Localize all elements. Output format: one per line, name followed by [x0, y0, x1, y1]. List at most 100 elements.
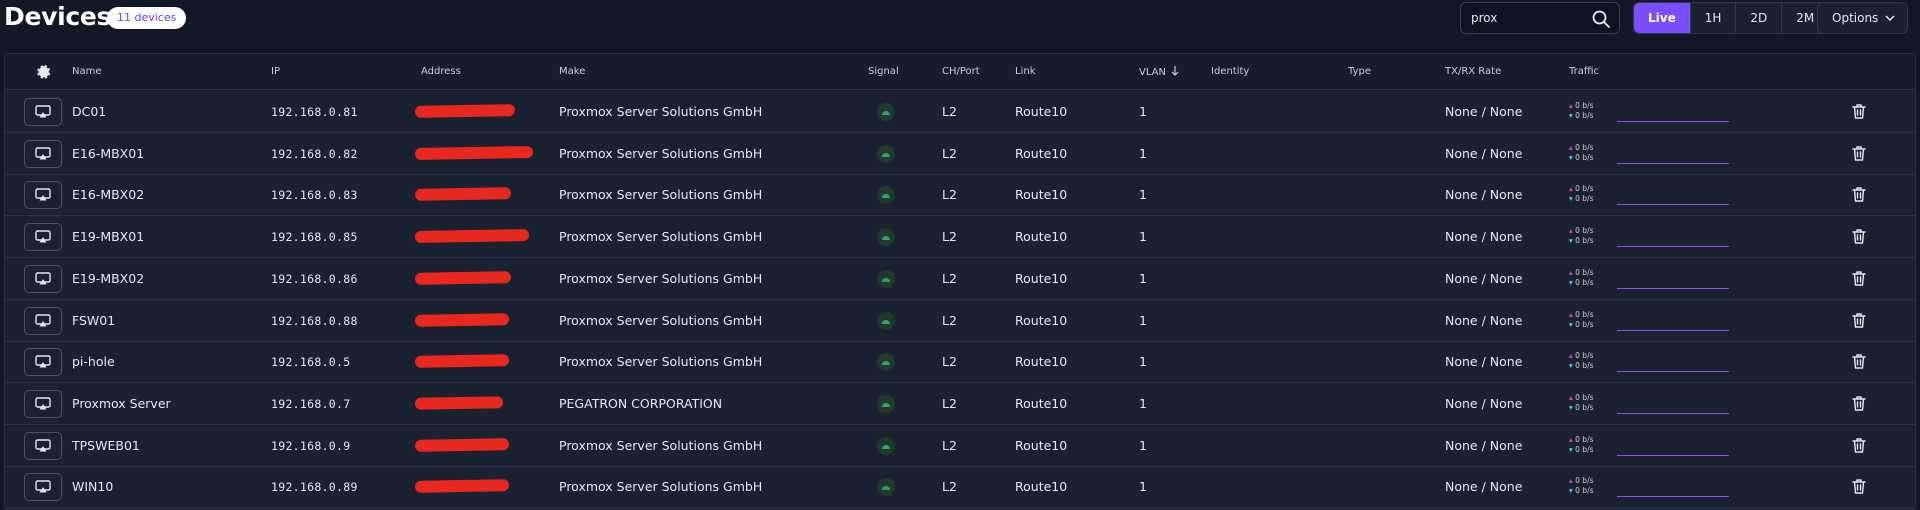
trash-icon[interactable]: [1851, 312, 1867, 329]
device-link: Route10: [1015, 479, 1068, 495]
column-address[interactable]: Address: [421, 66, 461, 77]
monitor-icon: [35, 105, 51, 118]
table-row[interactable]: E16-MBX01 192.168.0.82 Proxmox Server Solu…: [5, 133, 1915, 175]
column-name[interactable]: Name: [72, 66, 102, 77]
tx-arrow-icon: ▴: [1569, 267, 1573, 277]
search-value[interactable]: prox: [1471, 11, 1497, 25]
device-icon-button[interactable]: [24, 98, 62, 126]
trash-icon[interactable]: [1851, 353, 1867, 370]
search-input[interactable]: prox: [1460, 2, 1620, 34]
device-link: Route10: [1015, 104, 1068, 119]
device-ip: 192.168.0.89: [271, 480, 358, 495]
trash-icon[interactable]: [1851, 437, 1867, 454]
device-name[interactable]: DC01: [72, 104, 106, 119]
column-type[interactable]: Type: [1348, 66, 1371, 77]
traffic-rx: 0 b/s: [1575, 319, 1594, 329]
trash-icon[interactable]: [1851, 186, 1867, 203]
column-link[interactable]: Link: [1015, 66, 1035, 77]
table-row[interactable]: E19-MBX02 192.168.0.86 Proxmox Server Solu…: [5, 258, 1915, 300]
traffic-readout: ▴ 0 b/s ▾ 0 b/s: [1569, 435, 1594, 455]
range-live-button[interactable]: Live: [1634, 3, 1691, 33]
device-icon-button[interactable]: [24, 223, 62, 252]
column-ip[interactable]: IP: [271, 66, 280, 77]
signal-indicator: [877, 269, 895, 288]
traffic-rx: 0 b/s: [1575, 194, 1594, 204]
column-make[interactable]: Make: [559, 66, 585, 77]
table-row[interactable]: WIN10 192.168.0.89 Proxmox Server Solution…: [5, 466, 1915, 509]
redaction-mark: [414, 145, 534, 160]
column-signal[interactable]: Signal: [868, 66, 899, 77]
traffic-readout: ▴ 0 b/s ▾ 0 b/s: [1569, 476, 1594, 496]
table-row[interactable]: DC01 192.168.0.81 Proxmox Server Solutions…: [5, 91, 1915, 133]
column-tx-rx-rate[interactable]: TX/RX Rate: [1445, 66, 1501, 77]
column-vlan[interactable]: VLAN: [1139, 66, 1179, 78]
table-row[interactable]: E19-MBX01 192.168.0.85 Proxmox Server Solu…: [5, 216, 1915, 259]
device-tx-rx-rate: None / None: [1445, 229, 1523, 245]
device-name[interactable]: E16-MBX01: [72, 146, 144, 161]
device-name[interactable]: WIN10: [72, 479, 113, 494]
device-name[interactable]: E19-MBX02: [72, 271, 144, 286]
device-icon-button[interactable]: [24, 389, 62, 418]
options-button[interactable]: Options: [1817, 2, 1908, 34]
device-name[interactable]: FSW01: [72, 313, 115, 328]
device-name[interactable]: E19-MBX01: [72, 229, 144, 244]
gear-icon[interactable]: [36, 64, 52, 80]
rx-arrow-icon: ▾: [1569, 236, 1573, 246]
traffic-readout: ▴ 0 b/s ▾ 0 b/s: [1569, 393, 1594, 413]
traffic-rx: 0 b/s: [1575, 444, 1594, 454]
trash-icon[interactable]: [1851, 478, 1867, 495]
device-link: Route10: [1015, 312, 1068, 328]
table-row[interactable]: Proxmox Server 192.168.0.7 PEGATRON CORPOR…: [5, 383, 1915, 425]
redaction-mark: [414, 270, 512, 285]
device-icon-button[interactable]: [24, 139, 62, 168]
device-vlan: 1: [1139, 479, 1147, 495]
column-ch-port[interactable]: CH/Port: [942, 66, 980, 77]
trash-icon[interactable]: [1851, 145, 1867, 162]
rx-arrow-icon: ▾: [1569, 152, 1573, 162]
tx-arrow-icon: ▴: [1569, 226, 1573, 236]
device-name[interactable]: E16-MBX02: [72, 187, 144, 202]
device-icon-button[interactable]: [24, 348, 62, 377]
trash-icon[interactable]: [1851, 395, 1867, 412]
traffic-tx: 0 b/s: [1575, 226, 1594, 236]
device-name[interactable]: TPSWEB01: [72, 438, 140, 453]
traffic-sparkline: [1617, 412, 1729, 414]
range-1h-button[interactable]: 1H: [1691, 3, 1737, 33]
column-identity[interactable]: Identity: [1211, 66, 1249, 77]
table-row[interactable]: TPSWEB01 192.168.0.9 Proxmox Server Soluti…: [5, 425, 1915, 467]
trash-icon[interactable]: [1851, 228, 1867, 245]
range-2d-button[interactable]: 2D: [1736, 3, 1783, 33]
trash-icon[interactable]: [1851, 103, 1867, 120]
signal-indicator: [877, 353, 895, 372]
column-vlan-label: VLAN: [1139, 67, 1166, 78]
search-icon[interactable]: [1591, 9, 1611, 29]
device-icon-button[interactable]: [24, 306, 62, 335]
device-vlan: 1: [1139, 270, 1147, 286]
device-link: Route10: [1015, 270, 1068, 286]
table-row[interactable]: pi-hole 192.168.0.5 Proxmox Server Solutio…: [5, 341, 1915, 384]
device-ip: 192.168.0.88: [271, 313, 358, 328]
signal-indicator: [877, 228, 895, 247]
monitor-icon: [35, 272, 51, 285]
signal-icon: [882, 486, 890, 491]
device-icon-button[interactable]: [24, 181, 62, 210]
traffic-tx: 0 b/s: [1575, 142, 1594, 152]
table-header: Name IP Address Make Signal CH/Port Link…: [5, 54, 1915, 90]
signal-icon: [882, 111, 890, 115]
device-icon-button[interactable]: [24, 264, 62, 293]
device-make: Proxmox Server Solutions GmbH: [559, 145, 763, 161]
redaction-mark: [414, 354, 510, 369]
device-name[interactable]: Proxmox Server: [72, 396, 171, 411]
traffic-rx: 0 b/s: [1575, 277, 1594, 287]
tx-arrow-icon: ▴: [1569, 434, 1573, 444]
table-row[interactable]: E16-MBX02 192.168.0.83 Proxmox Server Solu…: [5, 174, 1915, 217]
device-make: Proxmox Server Solutions GmbH: [559, 437, 763, 453]
trash-icon[interactable]: [1851, 270, 1867, 287]
column-traffic[interactable]: Traffic: [1569, 66, 1599, 77]
device-link: Route10: [1015, 145, 1068, 161]
device-name[interactable]: pi-hole: [72, 354, 115, 369]
device-icon-button[interactable]: [24, 473, 62, 502]
tx-arrow-icon: ▴: [1569, 476, 1573, 486]
device-icon-button[interactable]: [24, 431, 62, 460]
table-row[interactable]: FSW01 192.168.0.88 Proxmox Server Solution…: [5, 300, 1915, 342]
